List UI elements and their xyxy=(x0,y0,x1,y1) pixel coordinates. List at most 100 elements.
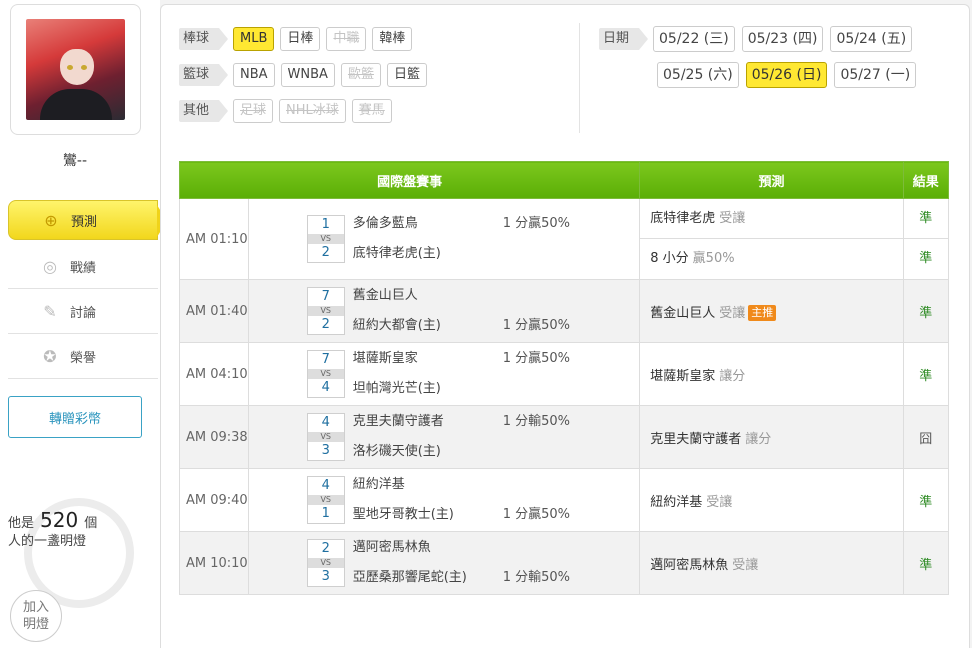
username: 鸞-- xyxy=(62,153,88,169)
avatar-frame xyxy=(10,4,141,135)
date-chip[interactable]: 05/24 (五) xyxy=(830,26,913,52)
vs-label: VS xyxy=(307,306,344,316)
home-score: 1 xyxy=(321,506,330,521)
date-filters: 日期 05/22 (三) 05/23 (四) 05/24 (五) 05/25 (六)… xyxy=(599,21,959,93)
home-team-name[interactable]: 坦帕灣光芒(主) xyxy=(353,379,503,399)
prediction-pick: 克里夫蘭守護者 xyxy=(650,431,742,447)
prediction-cell: 舊金山巨人 受讓 主推 xyxy=(639,279,904,343)
home-team-line: 洛杉磯天使(主) xyxy=(353,442,570,462)
menu-item-record[interactable]: ◎ 戰績 xyxy=(8,244,158,289)
away-team-name[interactable]: 克里夫蘭守護者 xyxy=(353,412,503,432)
matchup: 7 VS 2 舊金山巨人 紐約大都會(主) 1 分贏50% xyxy=(249,286,640,336)
league-chip: NHL冰球 xyxy=(279,99,346,123)
vs-label: VS xyxy=(307,234,344,244)
table-row: AM 04:10 7 VS 4 堪薩斯皇家 1 分贏50% 坦帕灣光芒(主) 堪薩斯皇家 讓分準 xyxy=(179,342,950,406)
away-team-name[interactable]: 邁阿密馬林魚 xyxy=(353,538,503,558)
date-chip[interactable]: 05/26 (日) xyxy=(745,62,828,88)
game-time: AM 10:10 xyxy=(179,531,249,595)
menu-item-discussion[interactable]: ✎ 討論 xyxy=(8,289,158,334)
league-chip: 足球 xyxy=(233,99,274,123)
home-odds: 1 分輸50% xyxy=(502,570,571,585)
teams: 堪薩斯皇家 1 分贏50% 坦帕灣光芒(主) xyxy=(353,349,570,399)
light-count: 520 xyxy=(40,508,79,532)
match-cell: 7 VS 4 堪薩斯皇家 1 分贏50% 坦帕灣光芒(主) xyxy=(247,342,641,406)
match-cell: 4 VS 1 紐約洋基聖地牙哥教士(主) 1 分贏50% xyxy=(247,468,641,532)
result-cell: 準 xyxy=(902,342,950,406)
menu-item-medal[interactable]: ✪ 榮譽 xyxy=(8,334,158,379)
league-chip: 賽馬 xyxy=(351,99,392,123)
menu-item-crosshair[interactable]: ⊕ 預測 xyxy=(8,200,167,240)
result-mark: 準 xyxy=(919,305,933,321)
league-chip[interactable]: 日籃 xyxy=(386,63,427,87)
menu-item-label: 討論 xyxy=(70,305,97,321)
league-chip[interactable]: NBA xyxy=(233,63,275,87)
score-box: 7 VS 4 xyxy=(306,350,345,398)
away-team-name[interactable]: 舊金山巨人 xyxy=(353,286,503,306)
header-result: 結果 xyxy=(902,161,950,199)
prediction-line: 底特律老虎 受讓 xyxy=(640,199,903,239)
avatar-eye xyxy=(81,65,87,70)
medal-icon: ✪ xyxy=(43,346,57,366)
light-prefix: 他是 xyxy=(8,516,35,531)
home-team-name[interactable]: 亞歷桑那響尾蛇(主) xyxy=(353,568,503,588)
table-row: AM 09:38 4 VS 3 克里夫蘭守護者 1 分輸50% 洛杉磯天使(主) 克里夫蘭守護… xyxy=(179,405,950,469)
home-team-name[interactable]: 洛杉磯天使(主) xyxy=(353,442,503,462)
date-chip[interactable]: 05/23 (四) xyxy=(741,26,824,52)
away-team-name[interactable]: 紐約洋基 xyxy=(353,475,503,495)
teams: 邁阿密馬林魚 亞歷桑那響尾蛇(主) 1 分輸50% xyxy=(353,538,570,588)
gift-coins-button[interactable]: 轉贈彩幣 xyxy=(8,396,142,438)
date-chip[interactable]: 05/25 (六) xyxy=(657,62,739,88)
home-score: 3 xyxy=(321,569,330,584)
league-chip[interactable]: WNBA xyxy=(280,63,335,87)
date-row: 05/25 (六) 05/26 (日) 05/27 (一) xyxy=(599,57,959,93)
result-mark: 準 xyxy=(919,557,933,573)
away-team-line: 邁阿密馬林魚 xyxy=(353,538,570,558)
result-line: 準 xyxy=(903,199,948,239)
menu-item-label: 預測 xyxy=(71,214,98,230)
score-box: 4 VS 1 xyxy=(306,476,345,524)
category-label: 其他 xyxy=(179,100,228,122)
home-team-name[interactable]: 底特律老虎(主) xyxy=(353,244,503,264)
away-team-name[interactable]: 堪薩斯皇家 xyxy=(353,349,503,369)
away-team-line: 堪薩斯皇家 1 分贏50% xyxy=(353,349,570,369)
league-chip[interactable]: 韓棒 xyxy=(372,27,413,51)
home-score: 3 xyxy=(321,443,330,458)
prediction-cell: 克里夫蘭守護者 讓分 xyxy=(639,405,904,469)
vs-label: VS xyxy=(307,369,344,379)
result-cell: 準 xyxy=(902,468,950,532)
home-team-line: 坦帕灣光芒(主) xyxy=(353,379,570,399)
result-cell: 準 xyxy=(902,279,950,343)
result-mark: 準 xyxy=(919,368,933,384)
home-team-name[interactable]: 紐約大都會(主) xyxy=(353,316,503,336)
teams: 多倫多藍鳥 1 分贏50% 底特律老虎(主) xyxy=(353,214,570,264)
result-cell: 準準 xyxy=(902,198,950,280)
prediction-pick: 8 小分 xyxy=(650,251,689,266)
avatar[interactable] xyxy=(26,19,125,120)
league-chip: 歐籃 xyxy=(340,63,381,87)
league-chip[interactable]: MLB xyxy=(233,27,275,51)
date-chip[interactable]: 05/22 (三) xyxy=(653,26,735,52)
match-cell: 2 VS 3 邁阿密馬林魚 亞歷桑那響尾蛇(主) 1 分輸50% xyxy=(247,531,641,595)
matchup: 7 VS 4 堪薩斯皇家 1 分贏50% 坦帕灣光芒(主) xyxy=(249,349,640,399)
game-time: AM 01:40 xyxy=(179,279,249,343)
home-score: 2 xyxy=(321,245,330,260)
vs-label: VS xyxy=(307,558,344,568)
prediction-type: 讓分 xyxy=(719,368,746,384)
sidebar: 鸞-- ⊕ 預測 ◎ 戰績 ✎ 討論 ✪ 榮譽 轉贈彩幣 他是 520 個 人的一盞明燈 加入明燈 xyxy=(0,0,167,648)
match-cell: 1 VS 2 多倫多藍鳥 1 分贏50% 底特律老虎(主) xyxy=(247,198,641,280)
match-cell: 4 VS 3 克里夫蘭守護者 1 分輸50% 洛杉磯天使(主) xyxy=(247,405,641,469)
light-widget: 他是 520 個 人的一盞明燈 加入明燈 xyxy=(4,498,154,648)
home-team-name[interactable]: 聖地牙哥教士(主) xyxy=(353,505,503,525)
home-odds: 1 分贏50% xyxy=(502,318,571,333)
result-line: 準 xyxy=(904,239,948,279)
prediction-type: 受讓 xyxy=(719,211,746,226)
join-light-button[interactable]: 加入明燈 xyxy=(10,590,62,642)
avatar-face xyxy=(60,49,94,85)
away-team-name[interactable]: 多倫多藍鳥 xyxy=(353,214,503,234)
filter-row: 籃球 NBA WNBA 歐籃 日籃 xyxy=(179,57,579,93)
date-chip[interactable]: 05/27 (一) xyxy=(834,62,917,88)
record-icon: ◎ xyxy=(43,256,57,276)
home-team-line: 聖地牙哥教士(主) 1 分贏50% xyxy=(353,505,570,525)
league-chip[interactable]: 日棒 xyxy=(280,27,321,51)
category-label: 籃球 xyxy=(179,64,228,86)
